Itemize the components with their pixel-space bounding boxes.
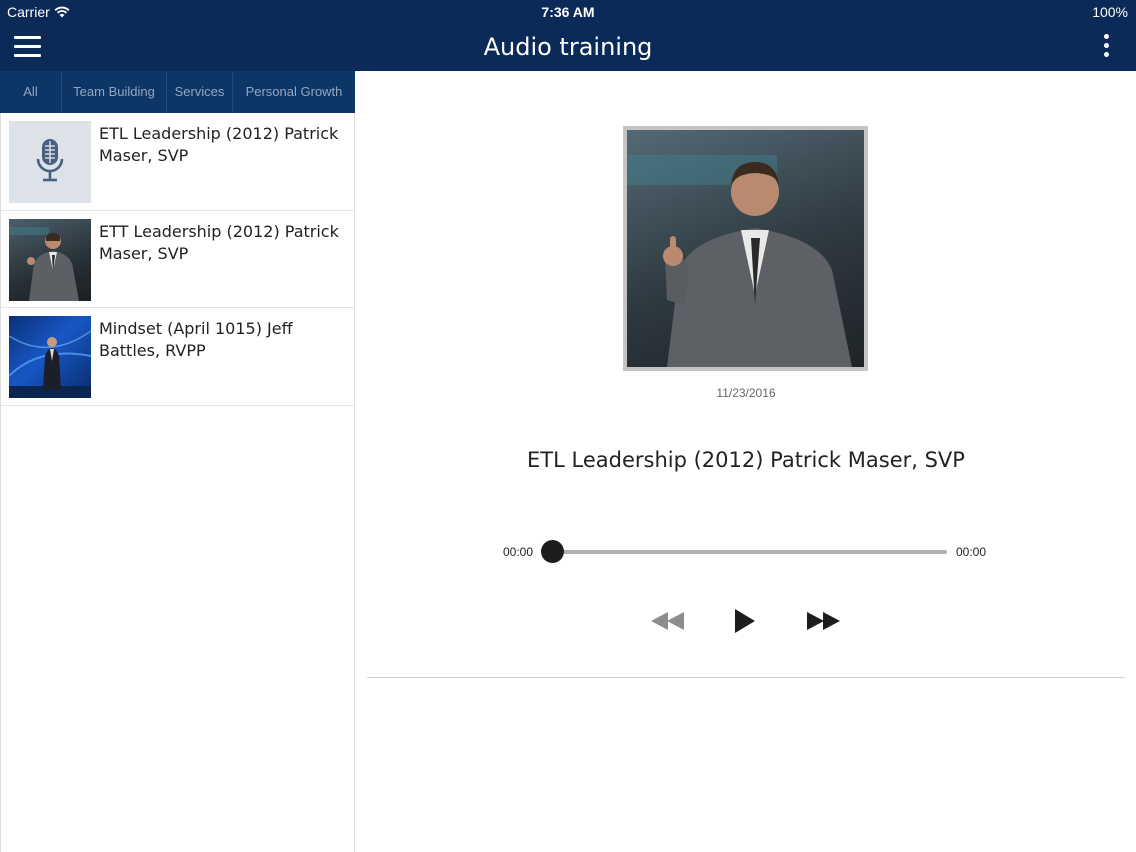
tab-all[interactable]: All <box>0 71 62 113</box>
tab-services[interactable]: Services <box>167 71 233 113</box>
list-item[interactable]: ETT Leadership (2012) Patrick Maser, SVP <box>1 211 354 308</box>
category-tabs: All Team Building Services Personal Grow… <box>0 71 355 113</box>
rewind-icon[interactable] <box>650 607 686 635</box>
tab-team-building[interactable]: Team Building <box>62 71 167 113</box>
player-panel: 11/23/2016 ETL Leadership (2012) Patrick… <box>356 71 1136 852</box>
list-item-title: ETT Leadership (2012) Patrick Maser, SVP <box>99 221 339 263</box>
nav-bar: Audio training <box>0 24 1136 71</box>
status-bar: Carrier 7:36 AM 100% <box>0 0 1136 24</box>
top-bar: Carrier 7:36 AM 100% Audio training <box>0 0 1136 71</box>
divider <box>367 677 1125 678</box>
stage-photo <box>9 316 91 398</box>
elapsed-time: 00:00 <box>503 545 534 559</box>
track-date: 11/23/2016 <box>716 386 776 400</box>
battery-level: 100% <box>1092 4 1128 20</box>
list-item[interactable]: Mindset (April 1015) Jeff Battles, RVPP <box>1 308 354 406</box>
cover-image <box>623 126 868 371</box>
audio-list: ETL Leadership (2012) Patrick Maser, SVP… <box>0 113 355 852</box>
more-vertical-icon[interactable] <box>1102 34 1110 60</box>
play-icon[interactable] <box>733 607 757 635</box>
fast-forward-icon[interactable] <box>806 607 842 635</box>
track-title: ETL Leadership (2012) Patrick Maser, SVP <box>527 448 965 472</box>
list-item-title: Mindset (April 1015) Jeff Battles, RVPP <box>99 319 293 360</box>
speaker-photo <box>9 218 91 301</box>
microphone-icon <box>9 121 91 203</box>
list-item[interactable]: ETL Leadership (2012) Patrick Maser, SVP <box>1 113 354 211</box>
clock: 7:36 AM <box>541 4 595 20</box>
page-title: Audio training <box>483 33 653 61</box>
duration-time: 00:00 <box>956 545 987 559</box>
tab-personal-growth[interactable]: Personal Growth <box>233 71 355 113</box>
seek-bar[interactable] <box>552 550 947 554</box>
seek-handle[interactable] <box>541 540 564 563</box>
list-item-title: ETL Leadership (2012) Patrick Maser, SVP <box>99 124 339 165</box>
